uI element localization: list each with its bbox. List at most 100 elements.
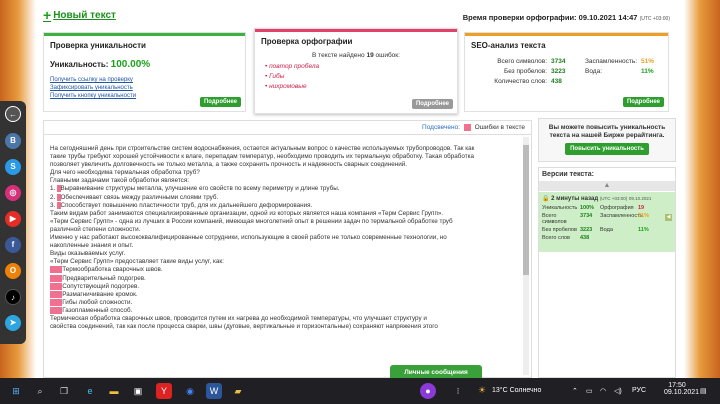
uniqueness-value: 100.00% (110, 59, 151, 70)
version-value: 11% (638, 227, 649, 233)
editor-line: «Терм Сервис Групп» предоставляет такие … (50, 258, 224, 266)
yandex-icon[interactable]: Y (156, 383, 172, 399)
instagram-icon[interactable]: ◎ (5, 185, 21, 201)
legend-prefix: Подсвечено: (422, 124, 460, 132)
spelling-found-suffix: ошибок: (375, 52, 400, 59)
youtube-icon[interactable]: ▶ (5, 211, 21, 227)
version-restore-icon[interactable]: ◀ (665, 214, 672, 221)
seo-value: 438 (551, 78, 562, 85)
editor-line: различной степени сложности. (50, 225, 141, 233)
spelling-error-list: повтор пробела Гибы нихромовые (255, 62, 457, 92)
uniqueness-more-button[interactable]: Подробнее (199, 97, 241, 107)
versions-scroll-up-icon[interactable]: ▲ (539, 181, 675, 191)
chrome-icon[interactable]: ◉ (182, 383, 198, 399)
editor-line: Таким видам работ занимаются специализир… (50, 209, 444, 217)
spelling-more-button[interactable]: Подробнее (411, 99, 453, 109)
seo-more-button[interactable]: Подробнее (622, 97, 664, 107)
uniqueness-title: Проверка уникальности (50, 41, 146, 50)
folder-icon[interactable]: ▰ (230, 383, 246, 399)
version-label (600, 235, 638, 241)
versions-panel: Версии текста: ▲ 🔒 2 минуты назад (UTC +… (538, 167, 676, 378)
grid-icon[interactable]: ⁝ (450, 383, 466, 399)
skype-icon[interactable]: S (5, 159, 21, 175)
spelling-error-item[interactable]: повтор пробела (265, 62, 457, 72)
version-value: 3734 (580, 213, 593, 219)
language-indicator[interactable]: РУС (632, 387, 646, 394)
network-icon[interactable]: ▭ (586, 387, 593, 395)
back-arrow-icon[interactable]: ← (5, 106, 21, 122)
spelling-error-item[interactable]: нихромовые (265, 82, 457, 92)
vk-icon[interactable]: В (5, 133, 21, 149)
social-share-bar: ← В S ◎ ▶ f О ♪ ➤ (0, 101, 26, 344)
plus-icon: + (43, 7, 52, 23)
store-icon[interactable]: ▣ (130, 383, 146, 399)
seo-value: 51% (641, 58, 655, 65)
text-editor[interactable]: Подсвечено: Ошибки в тексте На сегодняшн… (43, 120, 532, 378)
telegram-icon[interactable]: ➤ (5, 315, 21, 331)
version-value: 100% (580, 205, 595, 211)
seo-label: Вода: (585, 68, 603, 75)
explorer-icon[interactable]: ▬ (106, 383, 122, 399)
seo-panel: SEO-анализ текста Всего символов: 3734 З… (464, 32, 669, 112)
editor-line: такие трубы требуют хорошей устойчивости… (50, 153, 474, 161)
get-link-link[interactable]: Получить ссылку на проверку (50, 76, 239, 84)
editor-line: Гибы любой сложности. (50, 298, 516, 307)
search-icon[interactable]: ⌕ (32, 383, 48, 399)
odnoklassniki-icon[interactable]: О (5, 263, 21, 279)
version-value: 438 (580, 235, 590, 241)
lock-icon: 🔒 (542, 196, 550, 202)
seo-value: 3734 (551, 58, 566, 65)
editor-line: 3. Способствует повышению пластичности т… (50, 201, 313, 209)
uniqueness-row: Уникальность: 100.00% (44, 55, 245, 74)
increase-uniqueness-button[interactable]: Повысить уникальность (565, 143, 649, 155)
legend-suffix: Ошибки в тексте (474, 124, 525, 132)
version-tz: (UTC +03:00) (599, 196, 628, 201)
seo-label: Количество слов: (494, 78, 547, 85)
error-highlight[interactable] (57, 185, 61, 193)
notifications-icon[interactable]: ▤ (700, 387, 707, 395)
error-highlight[interactable] (50, 282, 63, 290)
check-time: Время проверки орфографии: 09.10.2021 14… (463, 13, 670, 22)
windows-start-icon[interactable]: ⊞ (8, 383, 24, 399)
fix-uniqueness-link[interactable]: Зафиксировать уникальность (50, 84, 239, 92)
volume-icon[interactable]: ◁) (614, 387, 622, 395)
spelling-found-count: 19 (366, 52, 374, 59)
error-highlight[interactable] (57, 201, 61, 209)
editor-line: Сопутствующий подогрев. (50, 282, 516, 291)
edge-icon[interactable]: e (82, 383, 98, 399)
weather-text[interactable]: 13°C Солнечно (492, 387, 541, 394)
clock[interactable]: 17:50 09.10.2021 (664, 382, 700, 396)
editor-line: Виды оказываемых услуг. (50, 250, 126, 258)
tray-arrow-icon[interactable]: ⌃ (572, 387, 578, 395)
seo-stats: Всего символов: 3734 Заспамленность: 51%… (465, 55, 668, 88)
spelling-found-prefix: В тексте найдено (312, 52, 365, 59)
seo-label: Без пробелов: (503, 68, 547, 75)
spelling-error-item[interactable]: Гибы (265, 72, 457, 82)
tiktok-icon[interactable]: ♪ (5, 289, 21, 305)
alice-icon[interactable]: ● (420, 383, 436, 399)
version-stats: Уникальность 100% Орфография 19 Всего си… (542, 205, 672, 241)
editor-scrollbar[interactable] (523, 137, 529, 375)
facebook-icon[interactable]: f (5, 237, 21, 253)
clock-time: 17:50 (668, 382, 686, 389)
editor-line: Предварительный подогрев. (50, 274, 516, 283)
editor-scrollbar-thumb[interactable] (523, 145, 529, 275)
new-text-link[interactable]: + Новый текст (43, 8, 116, 22)
clock-date: 09.10.2021 (664, 389, 700, 396)
editor-line: Размагничивание кромок. (50, 290, 516, 299)
version-label: Заспамленность (600, 213, 643, 219)
word-icon[interactable]: W (206, 383, 222, 399)
seo-label (585, 78, 641, 85)
error-highlight[interactable] (50, 298, 63, 306)
version-label: Всего слов (542, 235, 570, 241)
task-view-icon[interactable]: ❐ (56, 383, 72, 399)
error-highlight[interactable] (50, 306, 63, 314)
error-highlight[interactable] (50, 266, 63, 274)
error-highlight[interactable] (57, 193, 61, 201)
wifi-icon[interactable]: ◠ (600, 387, 606, 395)
error-highlight[interactable] (50, 274, 63, 282)
editor-body[interactable]: На сегодняшний день при строительстве си… (44, 135, 522, 331)
version-card[interactable]: 🔒 2 минуты назад (UTC +03:00) 09.10.2021… (539, 192, 675, 252)
error-highlight[interactable] (50, 290, 63, 298)
uniqueness-panel: Проверка уникальности Уникальность: 100.… (43, 32, 246, 112)
